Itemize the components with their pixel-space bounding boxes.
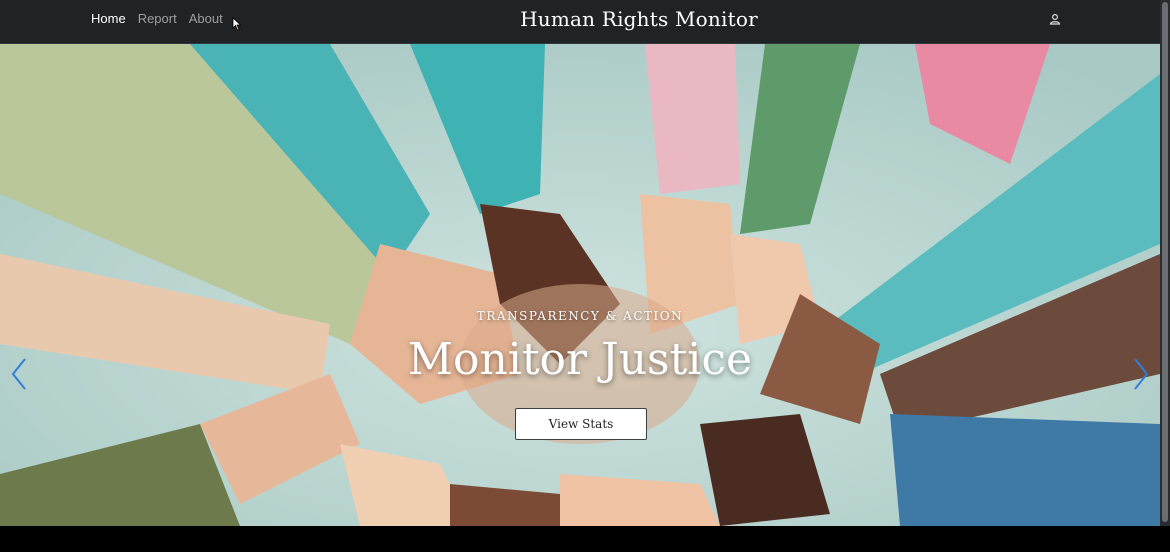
hero-image: [0, 44, 1160, 526]
hero-carousel: TRANSPARENCY & ACTION Monitor Justice Vi…: [0, 44, 1160, 526]
chevron-right-icon[interactable]: [1130, 356, 1152, 392]
view-stats-button[interactable]: View Stats: [515, 408, 647, 440]
chevron-left-icon[interactable]: [8, 356, 30, 392]
navbar: Home Report About Human Rights Monitor: [0, 0, 1160, 44]
scrollbar-thumb[interactable]: [1162, 2, 1168, 522]
hero-eyebrow: TRANSPARENCY & ACTION: [476, 309, 684, 323]
hero-title: Monitor Justice: [407, 334, 753, 385]
site-title[interactable]: Human Rights Monitor: [0, 7, 1160, 31]
user-icon[interactable]: [1048, 12, 1062, 26]
